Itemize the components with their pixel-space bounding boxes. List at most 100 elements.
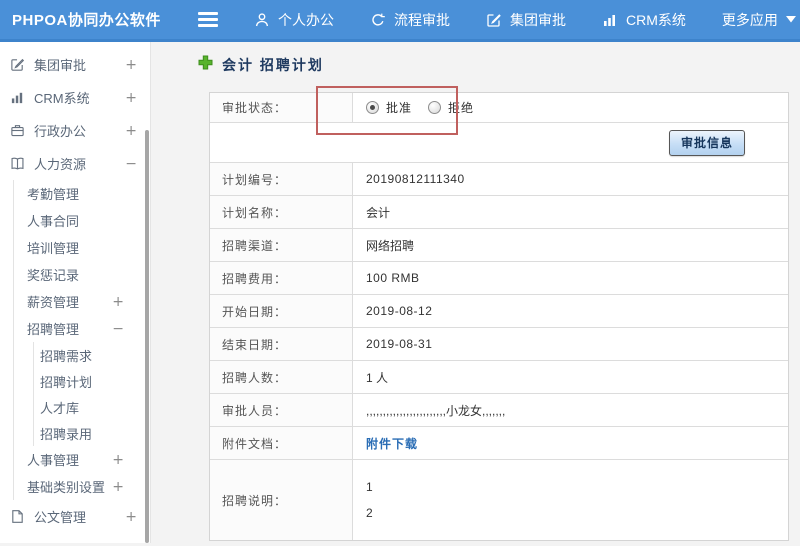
field-value-multiline: 1 2: [353, 460, 788, 540]
sidebar-item-admin-office[interactable]: 行政办公 +: [0, 114, 150, 147]
hamburger-menu-icon[interactable]: [198, 12, 218, 27]
sidebar-item-base-category[interactable]: 基础类别设置 +: [14, 473, 150, 500]
sidebar-item-label: 人事合同: [27, 214, 80, 229]
edit-square-icon: [486, 12, 502, 28]
main-content: 会计 招聘计划 审批状态： 批准 拒绝 审批信息 计划编号： 201908121…: [151, 42, 800, 543]
collapse-toggle[interactable]: −: [112, 321, 124, 337]
sidebar-item-label: 公文管理: [34, 510, 87, 525]
field-value: ,,,,,,,,,,,,,,,,,,,,,,,,小龙女,,,,,,,: [366, 403, 506, 418]
sidebar-item-rewards[interactable]: 奖惩记录: [14, 261, 150, 288]
field-label: 审批人员：: [210, 394, 353, 426]
expand-toggle[interactable]: +: [112, 294, 124, 310]
top-header: PHPOA协同办公软件 个人办公 流程审批 集团审批 CRM系统 更多应用: [0, 0, 800, 42]
sidebar-item-label: 人事管理: [27, 453, 80, 468]
sidebar-item-label: 人才库: [40, 400, 80, 416]
field-row-approvers: 审批人员： ,,,,,,,,,,,,,,,,,,,,,,,,小龙女,,,,,,,: [210, 394, 788, 427]
hr-submenu: 考勤管理 人事合同 培训管理 奖惩记录 薪资管理 + 招聘管理 − 招聘需求 招…: [13, 180, 150, 500]
sidebar-item-crm[interactable]: CRM系统 +: [0, 81, 150, 114]
nav-more-apps[interactable]: 更多应用: [722, 10, 796, 30]
radio-reject[interactable]: [428, 101, 442, 114]
nav-label: 流程审批: [394, 11, 450, 28]
expand-toggle[interactable]: +: [112, 479, 124, 495]
field-row-plan-number: 计划编号： 20190812111340: [210, 163, 788, 196]
sidebar-scrollbar[interactable]: [145, 130, 149, 543]
field-row-headcount: 招聘人数： 1 人: [210, 361, 788, 394]
process-icon: [370, 12, 386, 28]
sidebar-item-label: 行政办公: [34, 124, 87, 139]
field-value: 2019-08-12: [366, 304, 433, 318]
expand-toggle[interactable]: +: [125, 509, 137, 525]
sidebar-item-label: 奖惩记录: [27, 268, 80, 283]
sidebar-item-recruitment[interactable]: 招聘管理 −: [14, 315, 150, 342]
expand-toggle[interactable]: +: [112, 452, 124, 468]
document-icon: [10, 509, 27, 524]
nav-label: 更多应用: [721, 11, 778, 28]
edit-square-icon: [10, 57, 27, 72]
user-icon: [254, 12, 270, 28]
field-value: 100 RMB: [366, 271, 420, 285]
expand-toggle[interactable]: +: [125, 90, 137, 106]
sidebar-item-label: CRM系统: [34, 91, 90, 106]
sidebar-item-hr[interactable]: 人力资源 −: [0, 147, 150, 180]
sidebar-item-training[interactable]: 培训管理: [14, 234, 150, 261]
approval-info-button[interactable]: 审批信息: [668, 129, 745, 156]
approval-status-row: 审批状态： 批准 拒绝: [210, 86, 788, 135]
sidebar-item-recruit-plan[interactable]: 招聘计划: [34, 368, 150, 394]
sidebar-item-label: 考勤管理: [27, 187, 80, 202]
sidebar-item-hr-contract[interactable]: 人事合同: [14, 207, 150, 234]
collapse-toggle[interactable]: −: [125, 156, 137, 172]
description-line: 2: [366, 506, 373, 520]
expand-toggle[interactable]: +: [125, 542, 137, 544]
sidebar-item-recruit-hire[interactable]: 招聘录用: [34, 420, 150, 446]
bar-chart-icon: [602, 12, 618, 28]
description-line: 1: [366, 480, 373, 494]
field-row-end-date: 结束日期： 2019-08-31: [210, 328, 788, 361]
sidebar-item-label: 招聘录用: [40, 426, 93, 442]
nav-group-approval[interactable]: 集团审批: [486, 10, 566, 30]
expand-toggle[interactable]: +: [125, 123, 137, 139]
sidebar-item-label: 用车管理: [34, 540, 125, 543]
app-title: PHPOA协同办公软件: [12, 12, 161, 29]
field-label: 招聘渠道：: [210, 229, 353, 261]
sidebar-item-label: 招聘计划: [40, 374, 93, 390]
briefcase-icon: [10, 123, 27, 138]
field-label: 附件文档：: [210, 427, 353, 459]
sidebar-item-salary[interactable]: 薪资管理 +: [14, 288, 150, 315]
sidebar-item-label: 招聘管理: [27, 322, 80, 337]
radio-approve[interactable]: [366, 101, 379, 114]
nav-label: CRM系统: [626, 11, 686, 28]
sidebar-item-talent-pool[interactable]: 人才库: [34, 394, 150, 420]
nav-label: 集团审批: [510, 11, 566, 28]
sidebar-item-recruit-demand[interactable]: 招聘需求: [34, 342, 150, 368]
sidebar-item-label: 集团审批: [34, 58, 87, 73]
sidebar-item-vehicle[interactable]: 用车管理 +: [0, 533, 150, 544]
field-label: 开始日期：: [210, 295, 353, 327]
recruit-plan-form: 审批状态： 批准 拒绝 审批信息 计划编号： 20190812111340 计划…: [209, 86, 789, 541]
field-label: 招聘说明：: [210, 460, 353, 540]
radio-approve-label: 批准: [386, 101, 413, 115]
sidebar-item-group-approval[interactable]: 集团审批 +: [0, 48, 150, 81]
field-row-start-date: 开始日期： 2019-08-12: [210, 295, 788, 328]
nav-crm-system[interactable]: CRM系统: [602, 10, 686, 30]
sidebar-item-personnel[interactable]: 人事管理 +: [14, 446, 150, 473]
sidebar-item-label: 基础类别设置: [27, 480, 106, 495]
sidebar-item-label: 培训管理: [27, 241, 80, 256]
field-label: 计划编号：: [210, 163, 353, 195]
expand-toggle[interactable]: +: [125, 57, 137, 73]
attachment-download-link[interactable]: 附件下载: [366, 435, 418, 452]
page-title-text: 会计 招聘计划: [222, 57, 324, 73]
field-row-attachment: 附件文档： 附件下载: [210, 427, 788, 460]
field-label: 审批状态：: [210, 93, 353, 122]
nav-personal-office[interactable]: 个人办公: [254, 10, 334, 30]
radio-reject-label: 拒绝: [448, 101, 475, 115]
sidebar-item-documents[interactable]: 公文管理 +: [0, 500, 150, 533]
bar-chart-icon: [10, 90, 27, 105]
field-value: 2019-08-31: [366, 337, 433, 351]
top-nav: 个人办公 流程审批 集团审批 CRM系统 更多应用: [254, 10, 796, 30]
field-value: 1 人: [366, 370, 389, 385]
nav-process-approval[interactable]: 流程审批: [370, 10, 450, 30]
approval-button-row: 审批信息: [210, 123, 788, 163]
field-value: 网络招聘: [366, 238, 415, 253]
sidebar-item-attendance[interactable]: 考勤管理: [14, 180, 150, 207]
plus-icon: [198, 55, 213, 75]
